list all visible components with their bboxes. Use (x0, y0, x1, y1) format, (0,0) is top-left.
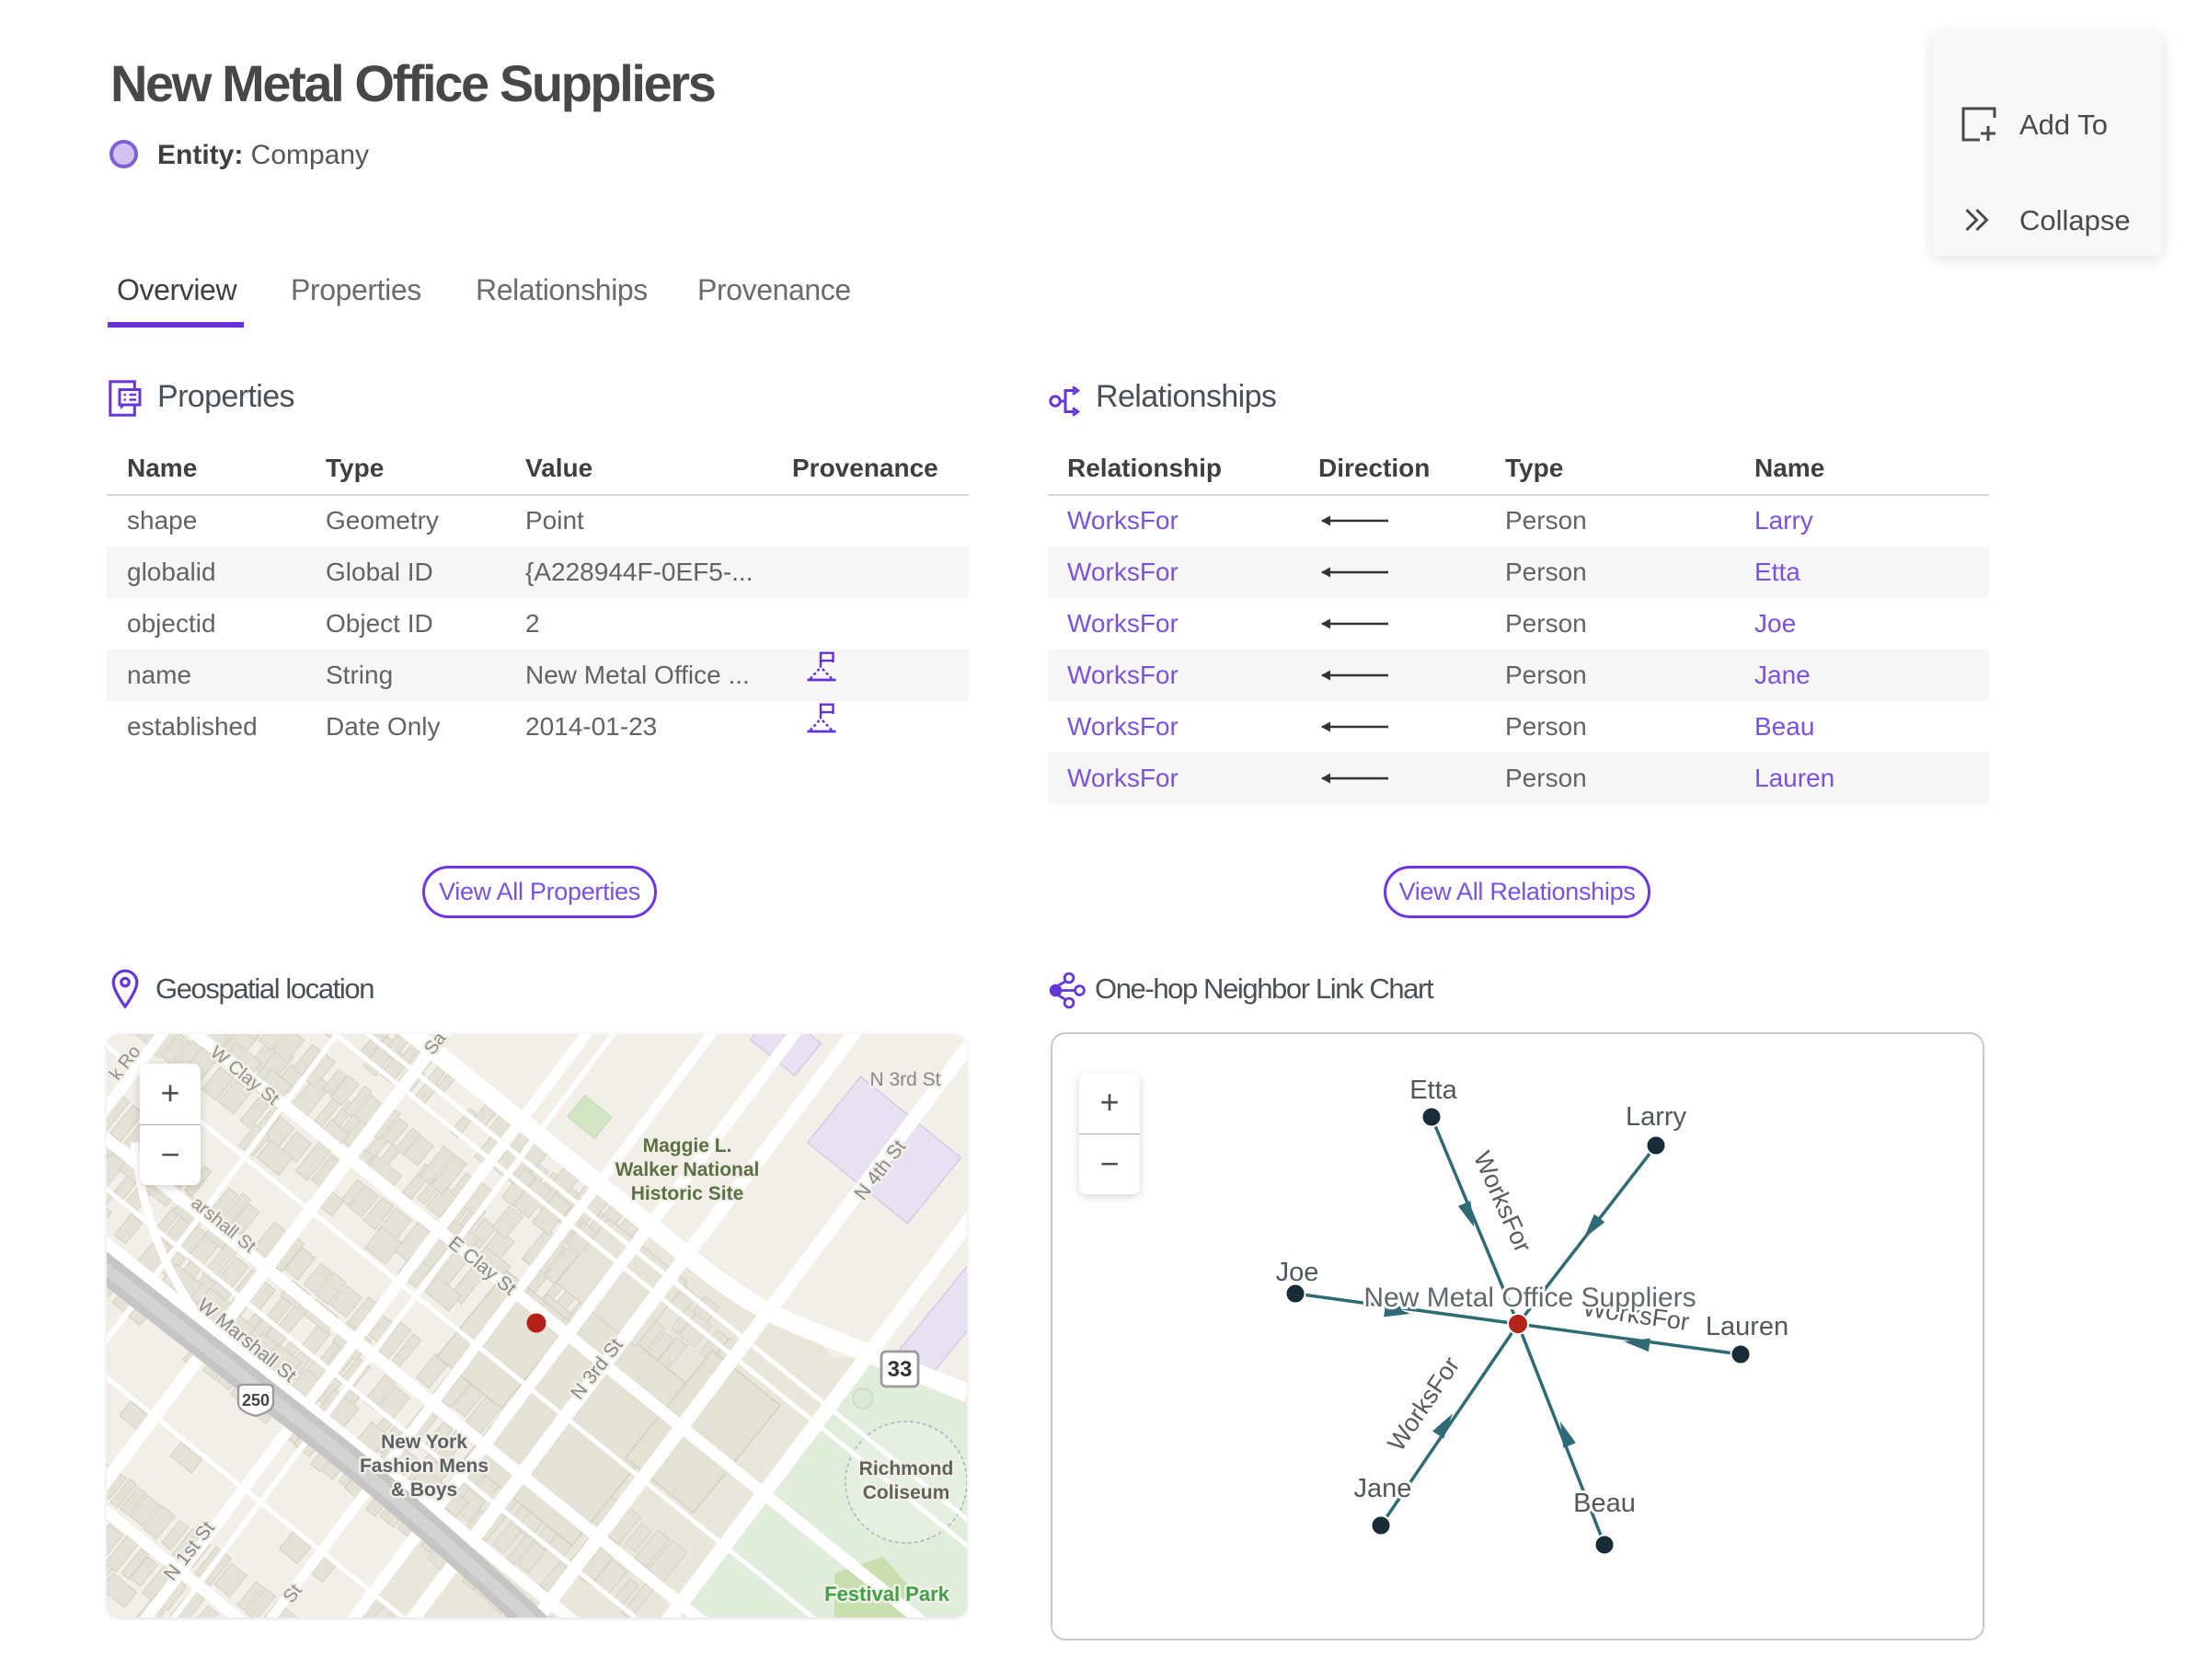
svg-text:250: 250 (242, 1391, 270, 1410)
svg-text:WorksFor: WorksFor (1468, 1147, 1537, 1257)
svg-text:Beau: Beau (1573, 1489, 1636, 1518)
svg-text:N 3rd St: N 3rd St (869, 1069, 940, 1090)
svg-text:Walker National: Walker National (615, 1159, 760, 1180)
svg-text:& Boys: & Boys (391, 1479, 457, 1501)
svg-text:Richmond: Richmond (859, 1458, 954, 1479)
svg-text:Fashion Mens: Fashion Mens (360, 1456, 489, 1477)
svg-text:Joe: Joe (1276, 1258, 1319, 1287)
svg-text:33: 33 (888, 1357, 913, 1382)
svg-text:Etta: Etta (1409, 1076, 1457, 1105)
svg-text:Lauren: Lauren (1706, 1312, 1788, 1341)
svg-text:Maggie L.: Maggie L. (643, 1135, 732, 1156)
svg-text:Jane: Jane (1354, 1474, 1412, 1503)
svg-text:Larry: Larry (1626, 1102, 1687, 1132)
svg-text:New Metal Office Suppliers: New Metal Office Suppliers (1363, 1283, 1696, 1313)
svg-text:New York: New York (381, 1432, 467, 1453)
svg-text:WorksFor: WorksFor (1383, 1352, 1466, 1456)
svg-text:Historic Site: Historic Site (631, 1183, 744, 1204)
svg-text:Coliseum: Coliseum (863, 1482, 950, 1503)
svg-text:Festival Park: Festival Park (824, 1582, 950, 1605)
